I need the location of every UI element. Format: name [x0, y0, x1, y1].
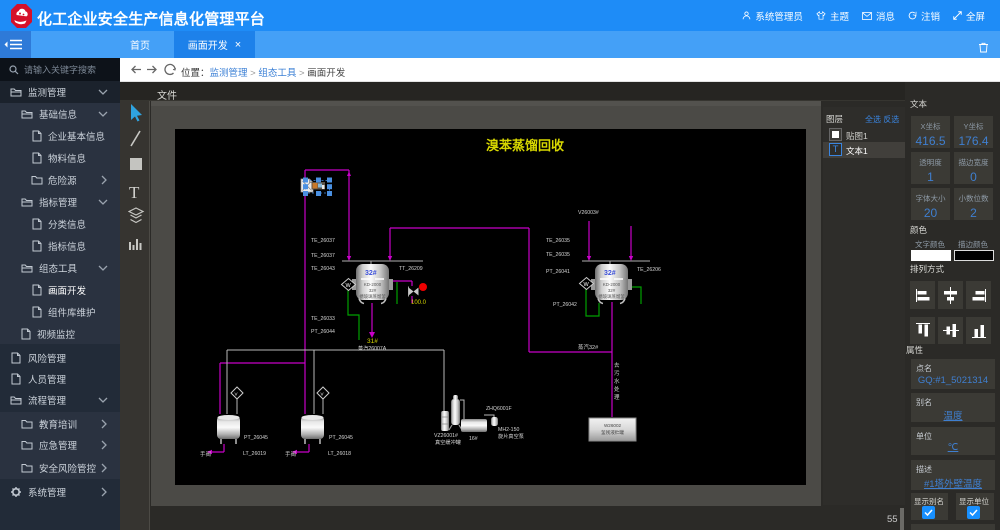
svg-text:搪玻璃蒸馏釜: 搪玻璃蒸馏釜 — [598, 293, 625, 300]
svg-text:TE_26035: TE_26035 — [546, 238, 570, 244]
svg-text:旋片真空泵: 旋片真空泵 — [498, 432, 524, 440]
svg-text:TE_26037: TE_26037 — [311, 238, 335, 244]
svg-text:32#: 32# — [608, 288, 616, 293]
svg-text:W26002: W26002 — [604, 423, 622, 428]
svg-text:PT_26041: PT_26041 — [546, 269, 570, 275]
svg-text:31#: 31# — [367, 338, 378, 345]
svg-text:TE_26033: TE_26033 — [311, 316, 335, 322]
svg-text:水: 水 — [614, 377, 620, 385]
svg-text:污: 污 — [614, 369, 620, 377]
svg-text:去: 去 — [614, 361, 620, 369]
svg-text:TE_26043: TE_26043 — [311, 266, 335, 272]
svg-text:V: V — [235, 392, 238, 397]
svg-text:W: W — [584, 282, 590, 288]
svg-text:W: W — [346, 283, 352, 289]
svg-text:手阀: 手阀 — [285, 450, 296, 458]
svg-text:TE_26035: TE_26035 — [546, 252, 570, 258]
svg-text:32#: 32# — [604, 270, 616, 277]
svg-text:32#: 32# — [365, 270, 377, 277]
svg-text:32#: 32# — [369, 288, 377, 293]
svg-text:VZ26001#: VZ26001# — [434, 433, 458, 439]
svg-text:PT_26042: PT_26042 — [553, 302, 577, 308]
svg-text:手阀: 手阀 — [200, 450, 211, 458]
svg-text:蒸汽32#: 蒸汽32# — [578, 343, 599, 351]
svg-text:真空缓冲罐: 真空缓冲罐 — [435, 438, 461, 446]
svg-text:处: 处 — [614, 385, 620, 393]
svg-text:理: 理 — [614, 394, 620, 401]
svg-text:蒸汽26007A: 蒸汽26007A — [358, 344, 387, 352]
svg-text:釜残液贮罐: 釜残液贮罐 — [601, 429, 624, 436]
svg-text:T: T — [129, 183, 140, 202]
svg-text:100.0: 100.0 — [411, 300, 427, 306]
svg-text:TE_26037: TE_26037 — [311, 253, 335, 259]
svg-text:KD-2000: KD-2000 — [364, 282, 382, 287]
svg-text:TE_26206: TE_26206 — [637, 267, 661, 273]
svg-text:V: V — [321, 392, 324, 397]
svg-text:V26003#: V26003# — [578, 210, 599, 216]
svg-text:搪玻璃蒸馏釜: 搪玻璃蒸馏釜 — [359, 293, 386, 300]
svg-text:PT_26044: PT_26044 — [311, 329, 335, 335]
svg-text:ZHQ6001F: ZHQ6001F — [486, 406, 512, 412]
svg-text:KD-2000: KD-2000 — [603, 282, 621, 287]
svg-text:LT_26019: LT_26019 — [243, 451, 266, 457]
svg-text:PT_26045: PT_26045 — [244, 435, 268, 441]
svg-text:MH2-150: MH2-150 — [498, 427, 519, 433]
svg-text:16#: 16# — [469, 436, 478, 442]
svg-text:LT_26018: LT_26018 — [328, 451, 351, 457]
svg-text:PT_26045: PT_26045 — [329, 435, 353, 441]
svg-text:TT_26209: TT_26209 — [399, 266, 423, 272]
svg-text:溴苯蒸馏回收: 溴苯蒸馏回收 — [486, 138, 565, 153]
